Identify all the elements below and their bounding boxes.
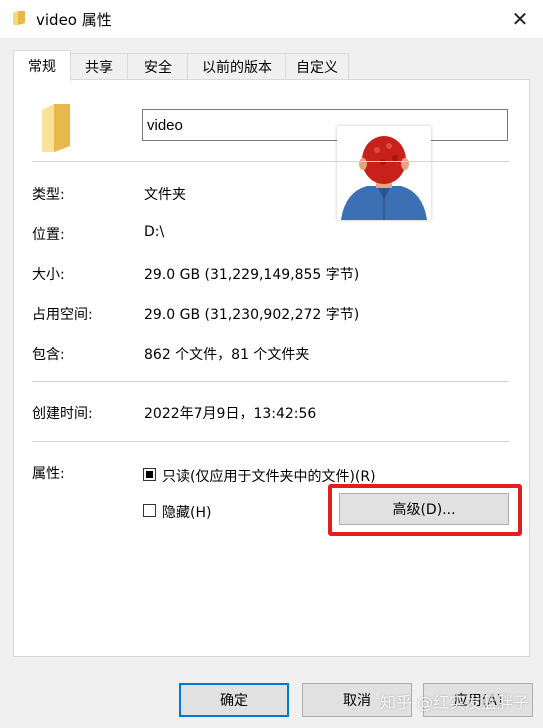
close-icon: ✕	[511, 7, 529, 31]
location-label: 位置:	[32, 227, 65, 243]
contains-value: 862 个文件，81 个文件夹	[144, 347, 310, 363]
size-on-disk-value: 29.0 GB (31,230,902,272 字节)	[144, 307, 360, 323]
indeterminate-mark	[146, 471, 153, 478]
type-label: 类型:	[32, 187, 65, 203]
avatar	[337, 126, 431, 220]
avatar-image	[341, 136, 427, 220]
general-panel: 类型: 文件夹 位置: D:\ 大小: 29.0 GB (31,229,149,…	[13, 79, 530, 657]
ok-button[interactable]: 确定	[179, 683, 289, 717]
folder-name-input[interactable]	[142, 109, 508, 141]
hidden-label[interactable]: 隐藏(H)	[162, 502, 211, 522]
tab-security[interactable]: 安全	[127, 53, 189, 80]
close-button[interactable]: ✕	[497, 0, 543, 38]
created-label: 创建时间:	[32, 406, 93, 422]
size-on-disk-label: 占用空间:	[32, 307, 93, 323]
attributes-label: 属性:	[32, 466, 65, 482]
type-value: 文件夹	[144, 187, 186, 203]
tab-sharing[interactable]: 共享	[69, 53, 129, 80]
tab-general[interactable]: 常规	[13, 50, 71, 81]
separator	[32, 441, 509, 442]
location-value: D:\	[144, 224, 165, 240]
tab-previous-versions[interactable]: 以前的版本	[187, 53, 287, 80]
tab-customize[interactable]: 自定义	[285, 53, 349, 80]
folder-icon	[13, 11, 25, 25]
hidden-checkbox[interactable]	[143, 504, 156, 517]
readonly-checkbox[interactable]	[143, 468, 156, 481]
size-label: 大小:	[32, 267, 65, 283]
title-bar: video 属性 ✕	[0, 0, 543, 38]
created-value: 2022年7月9日，13:42:56	[144, 406, 317, 422]
separator	[32, 381, 509, 382]
separator	[32, 161, 509, 162]
readonly-label[interactable]: 只读(仅应用于文件夹中的文件)(R)	[162, 466, 376, 486]
watermark: 知乎 @红实发蓝胖子	[380, 693, 530, 712]
highlight-box	[328, 484, 522, 536]
contains-label: 包含:	[32, 347, 65, 363]
window-title: video 属性	[36, 11, 112, 29]
folder-icon	[42, 104, 70, 152]
size-value: 29.0 GB (31,229,149,855 字节)	[144, 267, 360, 283]
